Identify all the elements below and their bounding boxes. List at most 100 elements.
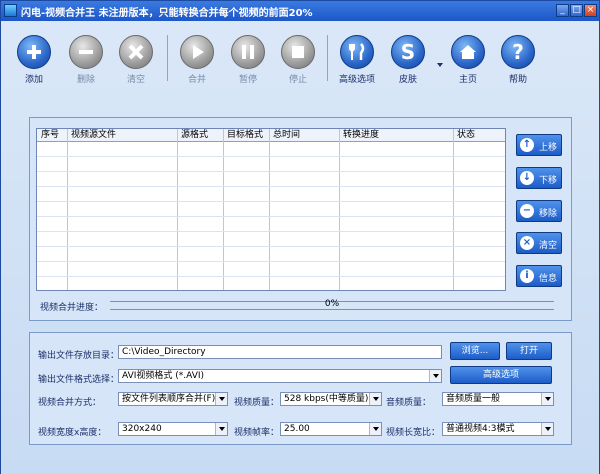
svg-text:?: ? (512, 40, 524, 64)
column-divider (177, 129, 178, 290)
toolbar: 添加 删除 清空 合并 暂停 停止 高级选项 S 皮肤 主页 ? 帮助 (1, 21, 599, 93)
video-quality-select[interactable]: 528 kbps(中等质量) (280, 392, 382, 406)
merge-method-select[interactable]: 按文件列表顺序合并(F) (118, 392, 228, 406)
plus-icon (17, 35, 51, 69)
frame-rate-value: 25.00 (284, 424, 310, 434)
audio-quality-select[interactable]: 音频质量一般 (442, 392, 554, 406)
play-icon (180, 35, 214, 69)
column-header[interactable]: 序号 (39, 129, 59, 141)
open-button[interactable]: 打开 (506, 342, 552, 360)
toolbar-separator (327, 35, 328, 81)
stop-label: 停止 (288, 75, 307, 85)
move-down-button[interactable]: ↓ 下移 (516, 167, 562, 189)
merge-button[interactable]: 合并 (172, 35, 222, 85)
svg-text:S: S (401, 40, 415, 64)
video-size-label: 视频宽度x高度： (38, 428, 107, 438)
aspect-ratio-value: 普通视频4:3模式 (446, 424, 515, 434)
minimize-button[interactable]: _ (556, 4, 569, 17)
x-circle-icon: × (520, 236, 534, 250)
column-divider (453, 129, 454, 290)
toolbar-separator (167, 35, 168, 81)
output-format-value: AVI视频格式 (*.AVI) (122, 371, 205, 381)
add-button[interactable]: 添加 (9, 35, 59, 85)
clear-button[interactable]: 清空 (111, 35, 161, 85)
merge-progress-bar: 0% (110, 299, 554, 310)
output-format-label: 输出文件格式选择： (38, 375, 120, 385)
home-label: 主页 (458, 75, 477, 85)
help-button[interactable]: ? 帮助 (493, 35, 543, 85)
advanced-options-label: 高级选项 (338, 75, 375, 85)
stop-icon (281, 35, 315, 69)
merge-method-label: 视频合并方式： (38, 398, 102, 408)
advanced-options-button-2[interactable]: 高级选项 (450, 366, 552, 384)
column-header[interactable]: 目标格式 (225, 129, 263, 141)
row-divider (37, 216, 505, 217)
chevron-down-icon (369, 423, 381, 435)
merge-method-value: 按文件列表顺序合并(F) (122, 394, 216, 404)
output-settings-panel: 输出文件存放目录： C:\Video_Directory 浏览... 打开 输出… (29, 332, 572, 445)
chevron-down-icon (215, 423, 227, 435)
skin-button[interactable]: S 皮肤 (383, 35, 433, 85)
clear-label: 清空 (126, 75, 145, 85)
frame-rate-label: 视频帧率： (234, 428, 280, 438)
column-header[interactable]: 状态 (455, 129, 475, 141)
maximize-button[interactable]: □ (570, 4, 583, 17)
info-icon: i (520, 269, 534, 283)
x-icon (119, 35, 153, 69)
row-divider (37, 261, 505, 262)
clear-list-label: 清空 (539, 241, 558, 251)
column-divider (67, 129, 68, 290)
frame-rate-select[interactable]: 25.00 (280, 422, 382, 436)
close-button[interactable]: × (584, 4, 597, 17)
browse-button[interactable]: 浏览... (450, 342, 500, 360)
progress-percent: 0% (324, 299, 340, 309)
audio-quality-label: 音频质量： (386, 398, 432, 408)
app-window: 闪电-视频合并王 未注册版本，只能转换合并每个视频的前面20% _ □ × 添加… (0, 0, 600, 474)
column-header[interactable]: 源格式 (179, 129, 208, 141)
remove-button[interactable]: 删除 (61, 35, 111, 85)
arrow-up-icon: ↑ (520, 138, 534, 152)
row-divider (37, 231, 505, 232)
pause-label: 暂停 (238, 75, 257, 85)
info-label: 信息 (539, 274, 558, 284)
stop-button[interactable]: 停止 (273, 35, 323, 85)
info-button[interactable]: i 信息 (516, 265, 562, 287)
chevron-down-icon (429, 370, 441, 382)
output-dir-label: 输出文件存放目录： (38, 351, 120, 361)
video-size-select[interactable]: 320x240 (118, 422, 228, 436)
home-button[interactable]: 主页 (443, 35, 493, 85)
skin-label: 皮肤 (398, 75, 417, 85)
help-label: 帮助 (508, 75, 527, 85)
row-divider (37, 156, 505, 157)
move-up-button[interactable]: ↑ 上移 (516, 134, 562, 156)
row-divider (37, 246, 505, 247)
advanced-options-button[interactable]: 高级选项 (332, 35, 382, 85)
chevron-down-icon (541, 393, 553, 405)
column-header[interactable]: 总时间 (271, 129, 300, 141)
pause-button[interactable]: 暂停 (223, 35, 273, 85)
video-quality-value: 528 kbps(中等质量) (284, 394, 369, 404)
app-icon (4, 4, 17, 17)
column-divider (223, 129, 224, 290)
file-list-table[interactable]: 序号 视频源文件 源格式 目标格式 总时间 转换进度 状态 (36, 128, 506, 291)
video-quality-label: 视频质量： (234, 398, 280, 408)
window-title: 闪电-视频合并王 未注册版本，只能转换合并每个视频的前面20% (21, 8, 313, 19)
row-divider (37, 186, 505, 187)
column-divider (269, 129, 270, 290)
status-bar (1, 461, 599, 474)
file-list-panel: 序号 视频源文件 源格式 目标格式 总时间 转换进度 状态 ↑ 上移 ↓ 下移 … (29, 117, 572, 321)
column-header[interactable]: 转换进度 (341, 129, 379, 141)
clear-list-button[interactable]: × 清空 (516, 232, 562, 254)
add-label: 添加 (24, 75, 43, 85)
row-divider (37, 276, 505, 277)
column-header[interactable]: 视频源文件 (69, 129, 116, 141)
output-dir-input[interactable]: C:\Video_Directory (118, 345, 442, 359)
minus-circle-icon: − (520, 204, 534, 218)
chevron-down-icon (541, 423, 553, 435)
question-icon: ? (501, 35, 535, 69)
remove-item-button[interactable]: − 移除 (516, 200, 562, 222)
remove-item-label: 移除 (539, 209, 558, 219)
aspect-ratio-select[interactable]: 普通视频4:3模式 (442, 422, 554, 436)
move-down-label: 下移 (539, 176, 558, 186)
output-format-select[interactable]: AVI视频格式 (*.AVI) (118, 369, 442, 383)
